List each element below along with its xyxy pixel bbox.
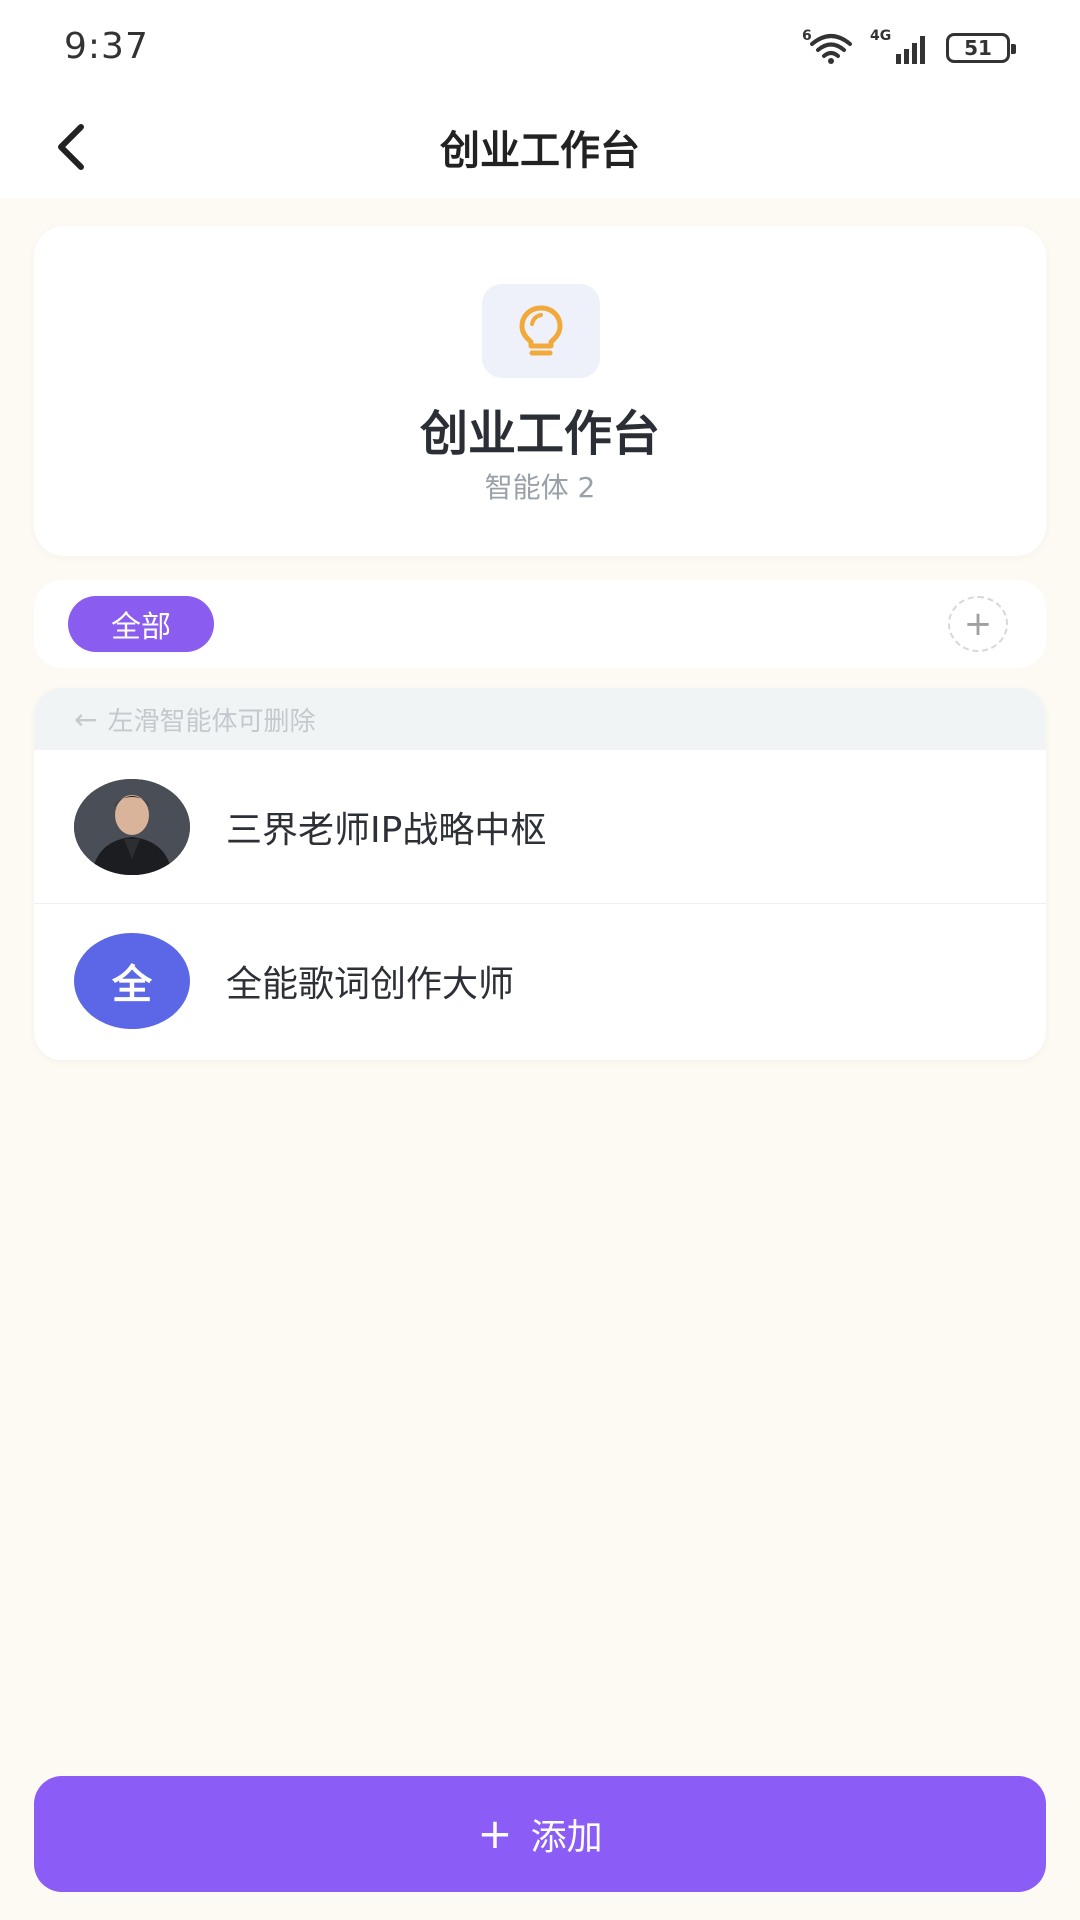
list-item[interactable]: 三界老师IP战略中枢: [34, 750, 1046, 904]
lightbulb-icon: [519, 305, 563, 356]
agent-name: 三界老师IP战略中枢: [226, 809, 547, 851]
arrow-left-icon: ←: [74, 702, 98, 736]
swipe-hint-text: 左滑智能体可删除: [107, 706, 316, 737]
plus-icon: +: [963, 604, 993, 644]
swipe-hint: ← 左滑智能体可删除: [34, 688, 1046, 750]
agent-list: ← 左滑智能体可删除 三界老师IP战略中枢 全 全能歌词创作大师: [34, 688, 1046, 1060]
status-icons: 6 4G 51: [802, 28, 1016, 68]
workspace-card: 创业工作台 智能体 2: [34, 226, 1046, 556]
network-label: 4G: [870, 28, 892, 44]
wifi-icon: 6: [802, 28, 858, 66]
category-filter-bar: 全部 +: [34, 580, 1046, 668]
workspace-title: 创业工作台: [419, 406, 660, 462]
category-chip-all[interactable]: 全部: [68, 596, 214, 652]
plus-icon: +: [477, 1809, 513, 1858]
add-category-button[interactable]: +: [948, 596, 1008, 652]
avatar: 全: [74, 933, 190, 1029]
page-title: 创业工作台: [440, 128, 640, 174]
list-item[interactable]: 全 全能歌词创作大师: [34, 904, 1046, 1058]
add-agent-button[interactable]: + 添加: [34, 1776, 1046, 1892]
signal-icon: 4G: [870, 28, 934, 66]
agent-name: 全能歌词创作大师: [226, 964, 515, 1005]
page: 9:37 6 4G 51 创业工作台 创业工作台 智能体 2 全部 + ← 左滑…: [0, 0, 1080, 1920]
workspace-icon-tile: [482, 284, 600, 378]
add-button-label: 添加: [530, 1817, 603, 1858]
battery-icon: 51: [946, 33, 1016, 63]
header: 创业工作台: [0, 96, 1080, 198]
agent-count: 智能体 2: [484, 471, 596, 504]
status-time: 9:37: [64, 26, 149, 67]
wifi-label: 6: [802, 28, 812, 44]
status-bar: 9:37 6 4G 51: [0, 0, 1080, 96]
avatar: [74, 778, 190, 875]
